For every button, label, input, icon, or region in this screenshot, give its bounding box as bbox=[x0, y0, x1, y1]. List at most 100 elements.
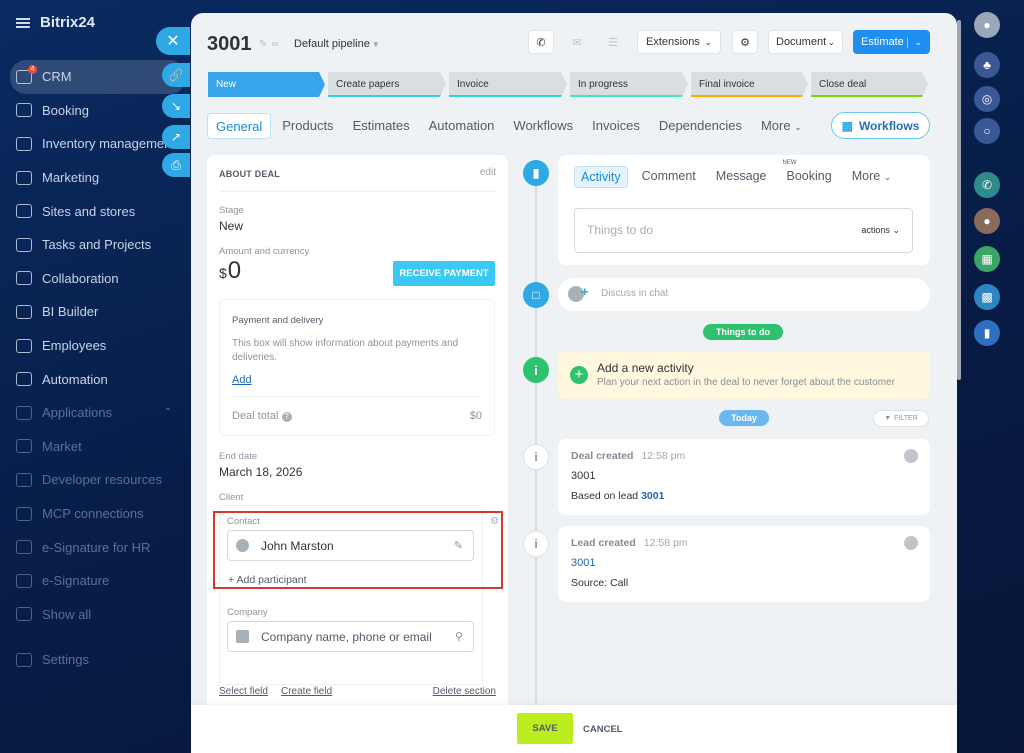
deal-slider: 3001 ✎∞ Default pipeline ▼ ✆ ✉ ☰ Extensio… bbox=[191, 13, 957, 753]
link-icon[interactable]: ∞ bbox=[271, 39, 282, 50]
sidebar-item-show-all[interactable]: Show all bbox=[10, 598, 186, 632]
call-button[interactable]: ✆ bbox=[528, 30, 554, 54]
stage-create-papers[interactable]: Create papers bbox=[328, 72, 446, 97]
tab-invoices[interactable]: Invoices bbox=[584, 113, 648, 139]
sidebar-item-collaboration[interactable]: Collaboration bbox=[10, 262, 186, 296]
pencil-icon[interactable]: ✎ bbox=[454, 539, 463, 552]
estimate-button[interactable]: Estimate ⌄ bbox=[853, 30, 930, 54]
messages-button[interactable]: ▩ bbox=[974, 284, 1000, 310]
user-avatar[interactable]: ● bbox=[974, 12, 1000, 38]
deal-total-value: $0 bbox=[469, 410, 482, 422]
tab-message[interactable]: Message bbox=[710, 166, 773, 188]
minimize-button[interactable]: ↘ bbox=[162, 94, 190, 118]
search-icon[interactable]: ⚲ bbox=[455, 630, 463, 643]
company-field[interactable]: Company name, phone or email ⚲ bbox=[227, 621, 474, 652]
sidebar-item-inventory[interactable]: Inventory management bbox=[10, 127, 186, 161]
delete-section-link[interactable]: Delete section bbox=[433, 686, 496, 697]
sidebar-item-marketing[interactable]: Marketing bbox=[10, 161, 186, 195]
workflows-button[interactable]: ▦ Workflows bbox=[831, 112, 930, 139]
sidebar-item-market[interactable]: Market bbox=[10, 430, 186, 464]
channel-button[interactable]: ▦ bbox=[974, 246, 1000, 272]
notifications-button[interactable]: ♣ bbox=[974, 52, 1000, 78]
document-button[interactable]: Document ⌄ bbox=[768, 30, 843, 54]
checkbox-icon bbox=[16, 237, 32, 252]
close-slider-button[interactable]: ✕ bbox=[156, 27, 190, 55]
copilot-button[interactable]: ◎ bbox=[974, 86, 1000, 112]
sidebar-item-crm[interactable]: 4 CRM bbox=[10, 60, 186, 94]
chevron-down-icon: ⌄ bbox=[794, 122, 802, 132]
receive-payment-button[interactable]: RECEIVE PAYMENT bbox=[393, 261, 495, 286]
call-button[interactable]: ✆ bbox=[974, 172, 1000, 198]
sidebar-item-booking[interactable]: Booking bbox=[10, 94, 186, 128]
company-label: Company bbox=[227, 607, 268, 618]
tab-estimates[interactable]: Estimates bbox=[345, 113, 418, 139]
pipeline-selector[interactable]: Default pipeline ▼ bbox=[294, 38, 380, 50]
pencil-icon[interactable]: ✎ bbox=[259, 39, 271, 50]
sidebar-item-esign[interactable]: e-Signature bbox=[10, 564, 186, 598]
create-field-link[interactable]: Create field bbox=[281, 686, 332, 697]
contact-field[interactable]: John Marston ✎ bbox=[227, 530, 474, 561]
help-icon[interactable]: ? bbox=[281, 412, 292, 422]
scrollbar[interactable] bbox=[957, 20, 961, 380]
sidebar-item-employees[interactable]: Employees bbox=[10, 329, 186, 363]
save-button[interactable]: SAVE bbox=[517, 713, 573, 744]
sidebar-item-bi-builder[interactable]: BI Builder bbox=[10, 295, 186, 329]
stage-final-invoice[interactable]: Final invoice bbox=[691, 72, 808, 97]
tab-general[interactable]: General bbox=[207, 113, 272, 139]
actions-dropdown[interactable]: actions ⌄ bbox=[861, 225, 900, 236]
sidebar-item-label: Settings bbox=[42, 652, 89, 668]
crm-badge: 4 bbox=[28, 65, 37, 74]
print-button[interactable]: ⎙ bbox=[162, 153, 190, 177]
select-field-link[interactable]: Select field bbox=[219, 686, 268, 697]
edit-link[interactable]: edit bbox=[480, 167, 496, 178]
lead-link[interactable]: 3001 bbox=[641, 490, 664, 502]
cancel-button[interactable]: CANCEL bbox=[583, 724, 623, 735]
tab-activity[interactable]: Activity bbox=[574, 166, 628, 188]
add-activity-card[interactable]: + Add a new activity Plan your next acti… bbox=[558, 352, 930, 399]
sidebar-item-sites[interactable]: Sites and stores bbox=[10, 194, 186, 228]
tab-workflows[interactable]: Workflows bbox=[505, 113, 581, 139]
sidebar-item-developer[interactable]: Developer resources bbox=[10, 463, 186, 497]
sidebar-item-settings[interactable]: Settings bbox=[10, 643, 186, 677]
sidebar-item-esign-hr[interactable]: e-Signature for HR bbox=[10, 530, 186, 564]
email-button[interactable]: ✉ bbox=[564, 30, 590, 54]
chat-button[interactable]: ○ bbox=[974, 118, 1000, 144]
sidebar-item-applications[interactable]: Applications ⌃ bbox=[10, 396, 186, 430]
stage-in-progress[interactable]: In progress bbox=[570, 72, 688, 97]
chat-timeline-icon: □ bbox=[523, 282, 549, 308]
title-edit-icons[interactable]: ✎∞ bbox=[259, 39, 283, 50]
filter-button[interactable]: ▼ FILTER bbox=[873, 410, 929, 427]
sidebar-nav: 4 CRM Booking Inventory management Market… bbox=[10, 60, 186, 677]
tab-more[interactable]: More ⌄ bbox=[846, 166, 898, 188]
brand[interactable]: Bitrix24 bbox=[16, 14, 95, 31]
tab-products[interactable]: Products bbox=[274, 113, 341, 139]
stage-label: Stage bbox=[219, 205, 244, 216]
open-new-window-button[interactable]: ↗ bbox=[162, 125, 190, 149]
stage-close-deal[interactable]: Close deal bbox=[811, 72, 928, 97]
stage-invoice[interactable]: Invoice bbox=[449, 72, 567, 97]
copy-link-button[interactable]: 🔗 bbox=[162, 63, 190, 87]
avatar-icon[interactable] bbox=[904, 449, 918, 463]
add-participant-link[interactable]: + Add participant bbox=[228, 574, 307, 586]
settings-button[interactable]: ⚙ bbox=[732, 30, 758, 54]
bookmarks-button[interactable]: ▮ bbox=[974, 320, 1000, 346]
extensions-button[interactable]: Extensions ⌄ bbox=[637, 30, 721, 54]
tab-booking[interactable]: NEW Booking bbox=[781, 160, 838, 188]
sidebar-item-automation[interactable]: Automation bbox=[10, 362, 186, 396]
menu-icon[interactable] bbox=[16, 17, 30, 28]
tab-automation[interactable]: Automation bbox=[421, 113, 503, 139]
chat-button[interactable]: ☰ bbox=[600, 30, 626, 54]
contact-avatar[interactable]: ● bbox=[974, 208, 1000, 234]
add-payment-link[interactable]: Add bbox=[232, 374, 252, 386]
tab-dependencies[interactable]: Dependencies bbox=[651, 113, 750, 139]
stage-new[interactable]: New bbox=[208, 72, 325, 97]
tab-more[interactable]: More ⌄ bbox=[753, 113, 810, 139]
tab-comment[interactable]: Comment bbox=[636, 166, 702, 188]
things-to-do-input[interactable]: Things to do actions ⌄ bbox=[574, 208, 913, 253]
avatar-icon[interactable] bbox=[904, 536, 918, 550]
sidebar-item-mcp[interactable]: MCP connections bbox=[10, 497, 186, 531]
lead-number-link[interactable]: 3001 bbox=[571, 557, 595, 569]
sidebar-item-tasks[interactable]: Tasks and Projects bbox=[10, 228, 186, 262]
discuss-chat-bar[interactable]: + Discuss in chat bbox=[558, 278, 930, 311]
end-date-value[interactable]: March 18, 2026 bbox=[219, 465, 302, 479]
